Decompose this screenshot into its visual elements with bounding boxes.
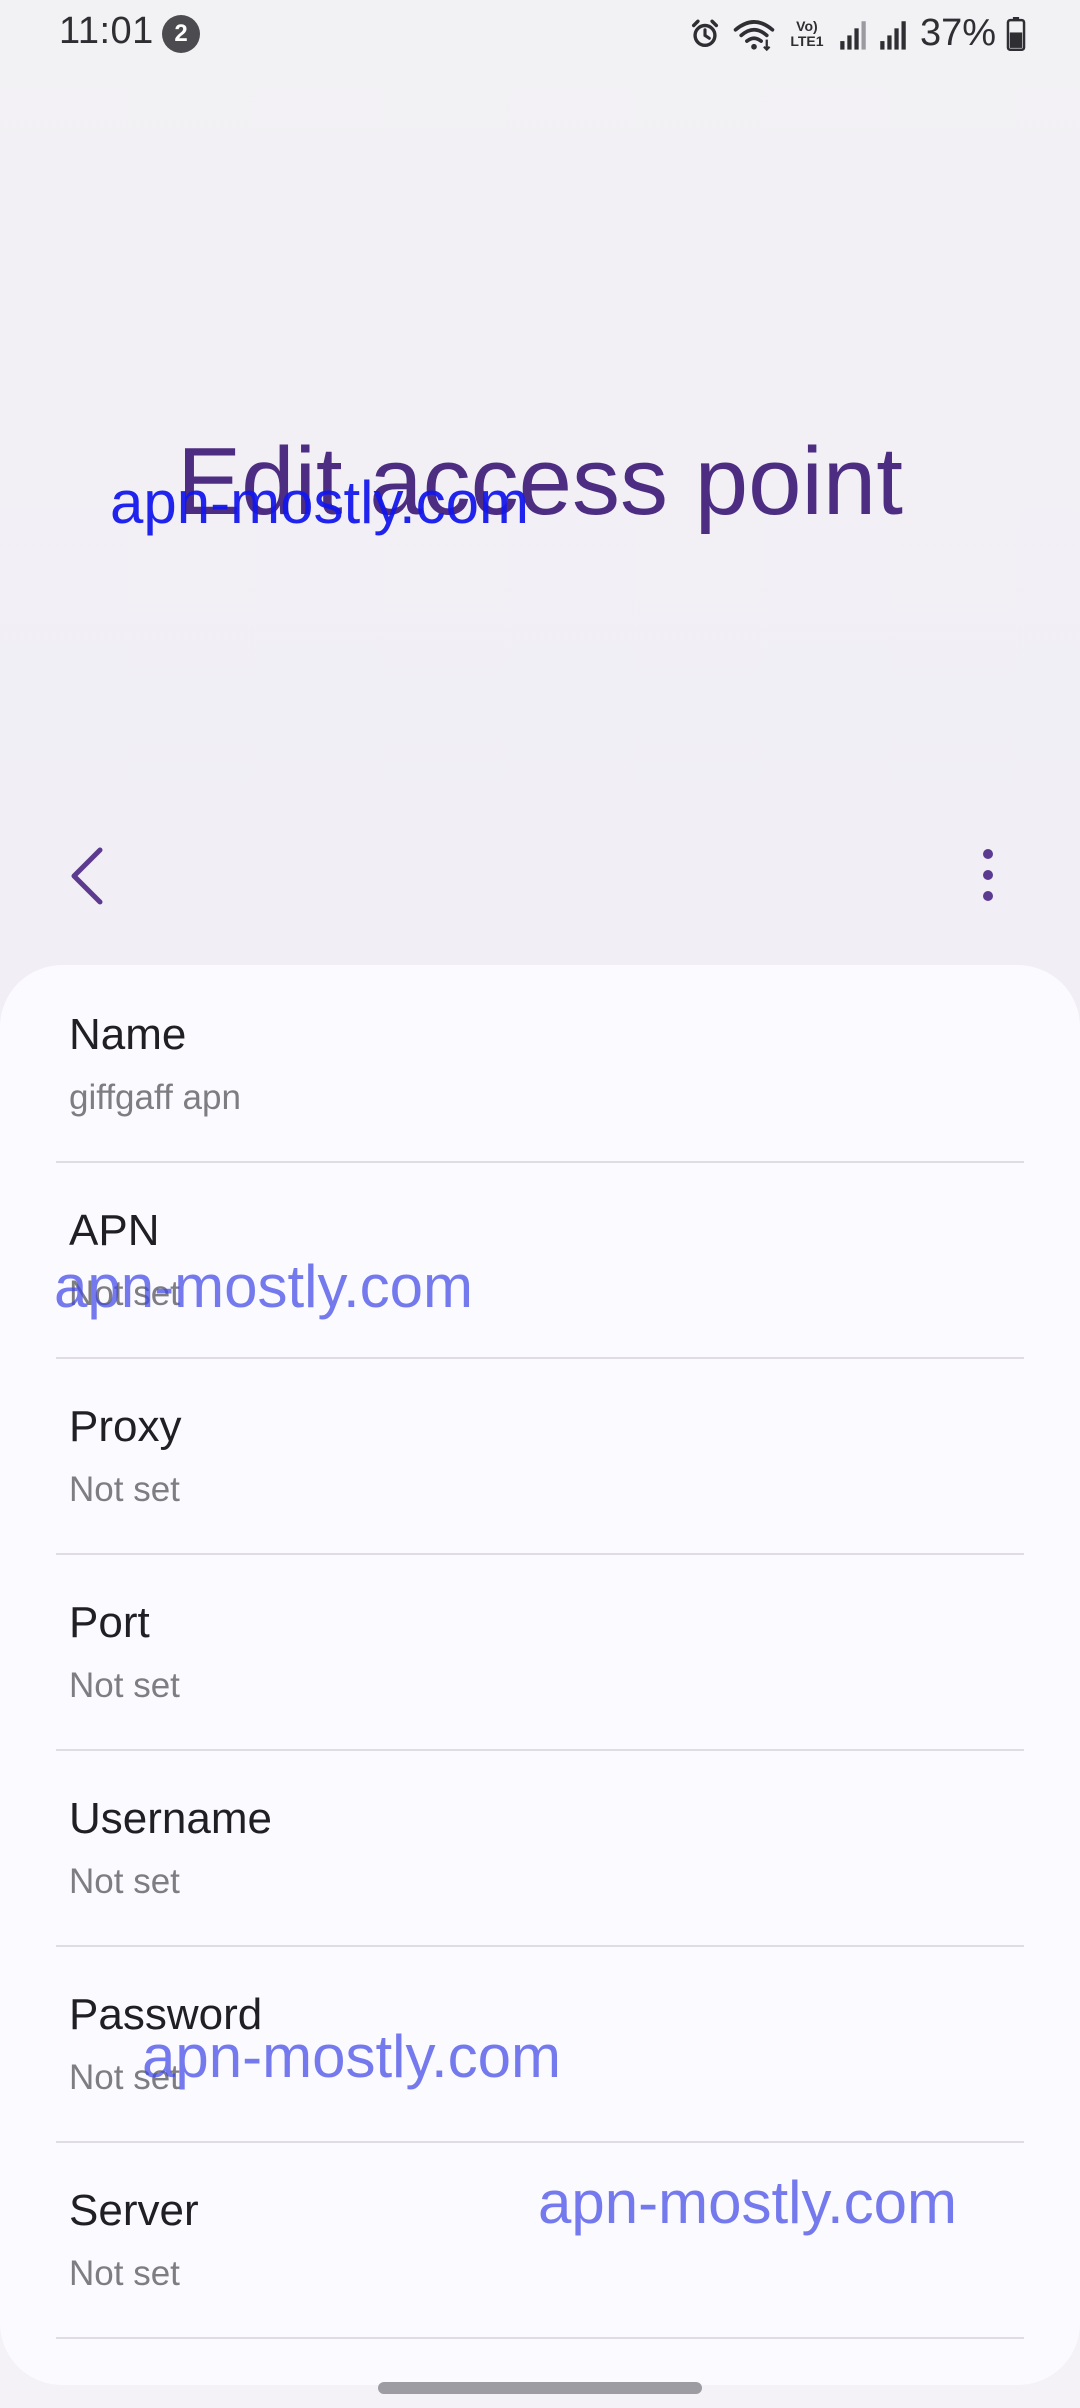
home-gesture-bar[interactable] xyxy=(378,2382,702,2394)
setting-item-password[interactable]: Password Not set xyxy=(0,1945,1080,2143)
edit-access-point-screen: 11:01 2 Vo) LTE1 37% Edit access point N… xyxy=(0,0,1080,2408)
setting-label: APN xyxy=(69,1206,160,1255)
network-label: Vo) LTE1 xyxy=(790,17,824,49)
divider xyxy=(56,2337,1024,2339)
signal-icon xyxy=(838,17,868,51)
wifi-icon xyxy=(732,17,776,51)
back-button[interactable] xyxy=(58,840,118,910)
setting-label: Password xyxy=(69,1990,263,2039)
setting-value: giffgaff apn xyxy=(69,1078,241,1117)
status-bar: 11:01 2 Vo) LTE1 37% xyxy=(0,0,1080,66)
more-options-button[interactable] xyxy=(962,840,1014,910)
setting-item-port[interactable]: Port Not set xyxy=(0,1553,1080,1751)
settings-list: Name giffgaff apn APN Not set Proxy Not … xyxy=(0,965,1080,2385)
setting-value: Not set xyxy=(69,1274,180,1313)
setting-item-name[interactable]: Name giffgaff apn xyxy=(0,965,1080,1163)
battery-percent: 37% xyxy=(919,12,996,54)
setting-item-proxy[interactable]: Proxy Not set xyxy=(0,1357,1080,1555)
setting-item-apn[interactable]: APN Not set xyxy=(0,1161,1080,1359)
setting-item-server[interactable]: Server Not set xyxy=(0,2141,1080,2339)
setting-value: Not set xyxy=(69,2058,180,2097)
page-title: Edit access point xyxy=(177,428,903,535)
volte-lte-icon: Vo) LTE1 xyxy=(786,17,828,49)
setting-label: Proxy xyxy=(69,1402,182,1451)
setting-value: Not set xyxy=(69,1470,180,1509)
battery-icon xyxy=(1006,16,1026,51)
setting-label: Username xyxy=(69,1794,272,1843)
setting-item-username[interactable]: Username Not set xyxy=(0,1749,1080,1947)
chevron-left-icon xyxy=(71,847,103,905)
setting-value: Not set xyxy=(69,2254,180,2293)
setting-value: Not set xyxy=(69,1666,180,1705)
setting-label: Server xyxy=(69,2186,199,2235)
status-icons: Vo) LTE1 37% xyxy=(688,12,1026,55)
notification-count-badge: 2 xyxy=(162,15,200,53)
signal-icon-secondary xyxy=(878,17,908,51)
alarm-icon xyxy=(688,17,722,51)
setting-value: Not set xyxy=(69,1862,180,1901)
status-time: 11:01 xyxy=(59,10,154,52)
setting-label: Port xyxy=(69,1598,150,1647)
more-vertical-icon xyxy=(983,849,993,901)
setting-label: Name xyxy=(69,1010,187,1059)
